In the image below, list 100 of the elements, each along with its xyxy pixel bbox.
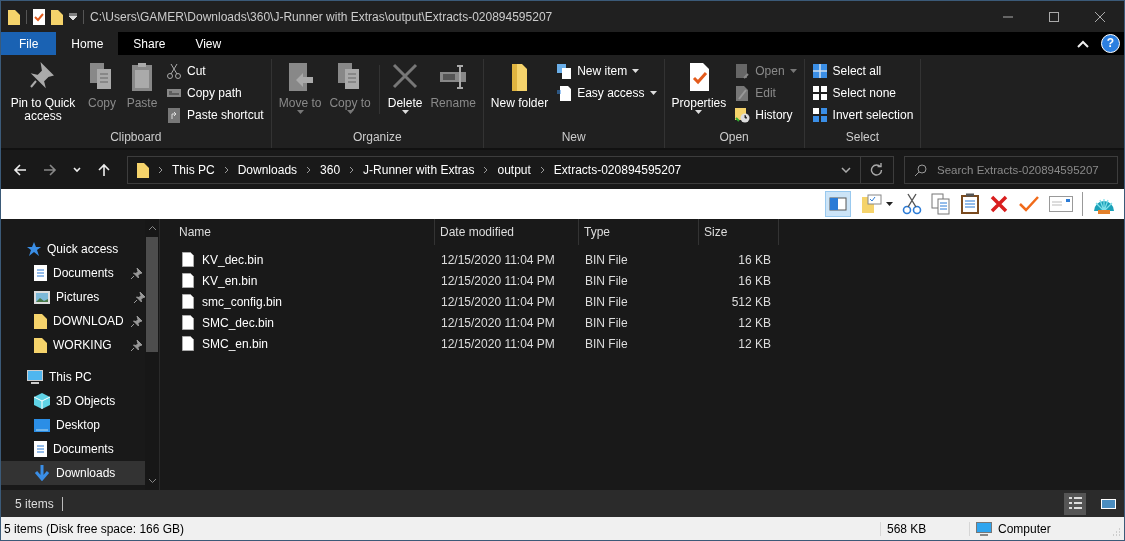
document-icon bbox=[34, 265, 47, 281]
copy-icon[interactable] bbox=[931, 193, 951, 215]
ribbon-command[interactable]: Properties bbox=[668, 59, 730, 130]
pin-icon[interactable] bbox=[131, 267, 142, 279]
pin-icon[interactable] bbox=[131, 315, 142, 327]
refresh-icon[interactable] bbox=[870, 163, 883, 176]
nav-item[interactable]: Downloads bbox=[1, 461, 145, 485]
scissors-icon[interactable] bbox=[902, 193, 922, 215]
checkmark-icon[interactable] bbox=[1018, 195, 1040, 213]
ribbon-command[interactable]: Pin to Quick access bbox=[5, 59, 81, 130]
caret-icon[interactable] bbox=[886, 202, 893, 206]
scroll-down-icon[interactable] bbox=[147, 478, 157, 484]
caret-icon bbox=[695, 110, 703, 114]
preview-pane-icon[interactable] bbox=[825, 191, 851, 217]
ribbon-command[interactable]: History bbox=[731, 105, 800, 125]
shortcut-icon bbox=[166, 107, 182, 123]
nav-item[interactable]: Documents bbox=[1, 261, 145, 285]
address-bar[interactable]: This PC Downloads 360 J-Runner with Extras output Extracts-020894595207 bbox=[127, 155, 894, 184]
window-title: C:\Users\GAMER\Downloads\360\J-Runner with Extras\output\Extracts-020894595207 bbox=[90, 9, 553, 24]
forward-arrow-icon[interactable] bbox=[43, 162, 57, 177]
chevron-right-icon bbox=[158, 165, 163, 174]
download-arrow-icon bbox=[34, 465, 50, 481]
folder-icon[interactable] bbox=[51, 8, 63, 25]
file-name[interactable]: SMC_en.bin bbox=[202, 336, 269, 351]
date-cell: 12/15/2020 11:04 PM bbox=[441, 273, 555, 288]
ribbon-command[interactable]: Easy access bbox=[553, 83, 660, 103]
maximize-icon[interactable] bbox=[1048, 10, 1060, 23]
file-name[interactable]: SMC_dec.bin bbox=[202, 315, 275, 330]
nav-item[interactable]: Pictures bbox=[1, 285, 145, 309]
caret-icon[interactable] bbox=[69, 12, 77, 21]
ribbon-command[interactable]: Select none bbox=[808, 83, 917, 103]
file-icon bbox=[182, 252, 194, 267]
nav-item[interactable]: 3D Objects bbox=[1, 389, 145, 413]
ribbon-command[interactable]: New item bbox=[553, 61, 660, 81]
ribbon-command[interactable]: Cut bbox=[163, 61, 267, 81]
file-name[interactable]: smc_config.bin bbox=[202, 294, 283, 309]
delete-icon[interactable] bbox=[989, 194, 1009, 214]
search-icon bbox=[914, 163, 927, 177]
breadcrumb[interactable]: This PC bbox=[172, 162, 215, 177]
breadcrumb[interactable]: Extracts-020894595207 bbox=[553, 162, 682, 177]
file-icon bbox=[182, 273, 194, 288]
breadcrumb[interactable]: output bbox=[497, 162, 531, 177]
chevron-right-icon bbox=[306, 165, 312, 174]
edit-icon bbox=[734, 85, 751, 101]
nav-item[interactable]: Documents bbox=[1, 437, 145, 461]
type-cell: BIN File bbox=[585, 294, 628, 309]
ribbon-tab[interactable]: Home bbox=[56, 32, 119, 55]
collapse-icon[interactable] bbox=[1077, 39, 1089, 48]
status-text: Computer bbox=[998, 521, 1051, 536]
nav-item[interactable]: Quick access bbox=[1, 237, 145, 261]
scissors-icon bbox=[166, 63, 182, 79]
file-name[interactable]: KV_en.bin bbox=[202, 273, 258, 288]
type-cell: BIN File bbox=[585, 273, 628, 288]
ribbon-tab[interactable]: File bbox=[1, 32, 57, 55]
nav-item[interactable]: DOWNLOAD bbox=[1, 309, 145, 333]
details-view-icon[interactable] bbox=[1064, 492, 1086, 515]
size-cell: 16 KB bbox=[738, 252, 771, 267]
date-cell: 12/15/2020 11:04 PM bbox=[441, 336, 555, 351]
breadcrumb[interactable]: J-Runner with Extras bbox=[363, 162, 475, 177]
ribbon-command[interactable]: Delete bbox=[384, 59, 426, 130]
search-field[interactable]: Search Extracts-020894595207 bbox=[904, 155, 1118, 184]
back-arrow-icon[interactable] bbox=[13, 162, 27, 177]
new-item-icon bbox=[556, 63, 573, 79]
breadcrumb[interactable]: 360 bbox=[320, 162, 341, 177]
ribbon-command[interactable]: New folder bbox=[487, 59, 552, 130]
close-icon[interactable] bbox=[1094, 10, 1106, 23]
envelope-icon[interactable] bbox=[1049, 196, 1073, 212]
caret-icon bbox=[632, 69, 640, 73]
chevron-down-icon[interactable] bbox=[841, 166, 851, 173]
pin-icon[interactable] bbox=[131, 339, 142, 351]
cube-icon bbox=[34, 393, 50, 409]
properties-icon[interactable] bbox=[33, 8, 45, 25]
up-arrow-icon[interactable] bbox=[97, 162, 111, 177]
scroll-up-icon[interactable] bbox=[147, 225, 157, 231]
file-name[interactable]: KV_dec.bin bbox=[202, 252, 264, 267]
resize-grip-icon[interactable] bbox=[1112, 528, 1121, 537]
type-cell: BIN File bbox=[585, 336, 628, 351]
nav-item[interactable]: Desktop bbox=[1, 413, 145, 437]
status-text: 568 KB bbox=[881, 521, 970, 536]
nav-item[interactable]: WORKING bbox=[1, 333, 145, 357]
ribbon-command[interactable]: Paste shortcut bbox=[163, 105, 267, 125]
nav-item[interactable]: This PC bbox=[1, 365, 145, 389]
breadcrumb[interactable]: Downloads bbox=[237, 162, 298, 177]
ribbon-command[interactable]: Invert selection bbox=[808, 105, 917, 125]
ribbon-tab[interactable]: Share bbox=[118, 32, 181, 55]
pin-icon[interactable] bbox=[134, 291, 145, 303]
file-icon bbox=[182, 315, 194, 330]
ribbon-command[interactable]: Select all bbox=[808, 61, 917, 81]
clipboard-icon[interactable] bbox=[960, 193, 980, 215]
chevron-right-icon bbox=[539, 165, 545, 174]
ribbon-tab[interactable]: View bbox=[180, 32, 237, 55]
folder-icon[interactable] bbox=[8, 8, 20, 25]
document-icon bbox=[34, 441, 47, 457]
column-header[interactable]: Date modified bbox=[435, 219, 579, 245]
ribbon-command[interactable]: Copy path bbox=[163, 83, 267, 103]
help-button[interactable]: ? bbox=[1101, 34, 1120, 53]
column-header[interactable]: Name bbox=[174, 219, 435, 245]
column-header[interactable]: Size bbox=[699, 219, 779, 245]
chevron-right-icon bbox=[349, 165, 355, 174]
column-header[interactable]: Type bbox=[579, 219, 699, 245]
